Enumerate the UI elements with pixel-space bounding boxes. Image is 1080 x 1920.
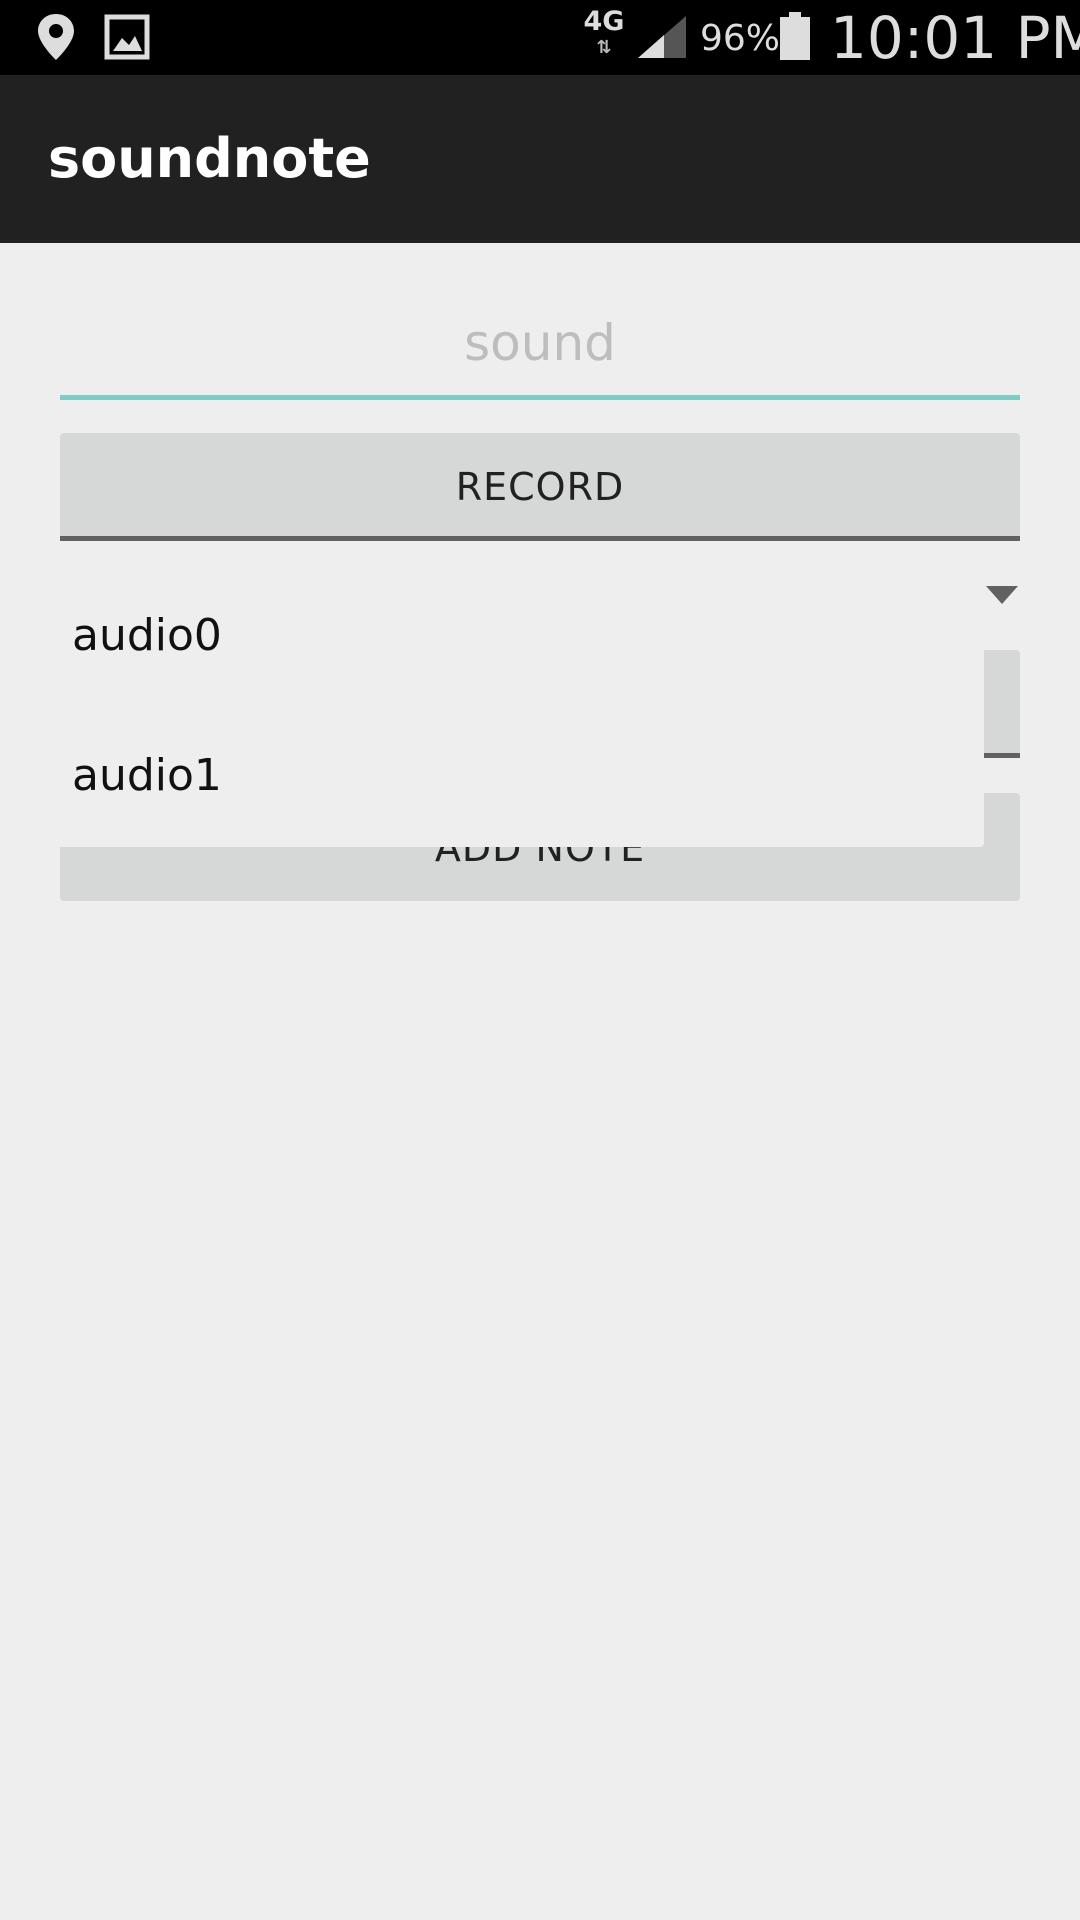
record-button[interactable]: RECORD [60,433,1020,541]
data-transfer-icon: ⇅ [596,37,612,58]
gallery-icon [104,14,150,60]
dropdown-item-label: audio1 [72,750,222,801]
battery-icon [780,12,810,60]
network-type-indicator: 4G ⇅ [582,6,626,66]
dropdown-item-audio0[interactable]: audio0 [44,570,984,714]
dropdown-item-label: audio0 [72,610,222,661]
dropdown-arrow-icon[interactable] [986,586,1018,604]
audio-dropdown-list: audio0 audio1 [44,570,984,847]
location-icon [38,14,74,60]
dropdown-item-audio1[interactable]: audio1 [44,714,984,847]
network-type-label: 4G [583,6,625,37]
app-title: soundnote [48,127,371,190]
sound-input[interactable] [60,290,1020,400]
status-bar: 4G ⇅ 96% 10:01 PM [0,0,1080,75]
signal-icon [638,16,686,58]
battery-percent: 96% [700,18,781,59]
app-bar: soundnote [0,75,1080,243]
clock: 10:01 PM [830,4,1080,72]
